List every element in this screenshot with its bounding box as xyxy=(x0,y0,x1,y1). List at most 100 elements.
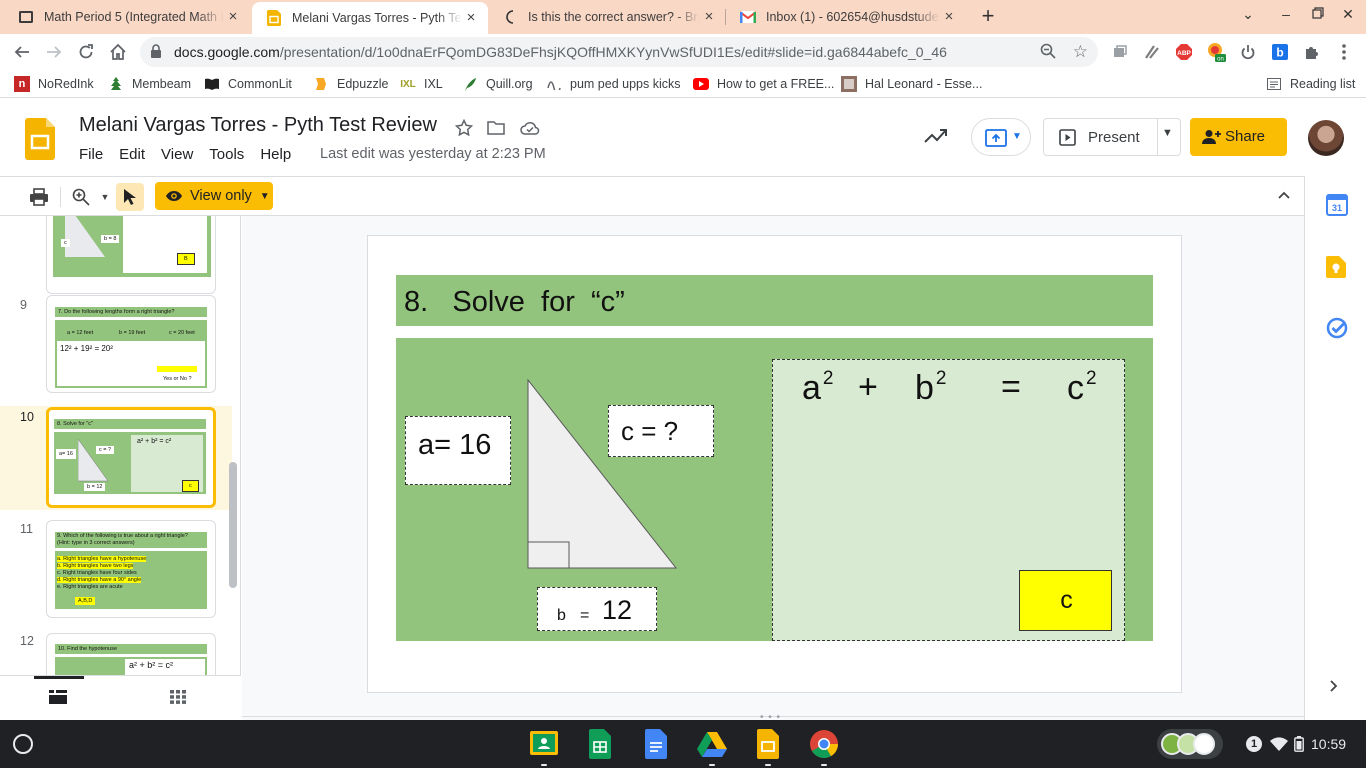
calendar-icon[interactable]: 31 xyxy=(1326,194,1348,216)
window-close-icon[interactable]: ✕ xyxy=(1337,6,1359,23)
close-icon[interactable]: × xyxy=(224,8,242,26)
bookmark-membean[interactable]: Membeam xyxy=(108,75,191,93)
slide-thumbnail-8[interactable]: c b = 8 B xyxy=(46,216,216,294)
tab-search-icon[interactable]: ⌄ xyxy=(1237,6,1259,23)
menu-tools[interactable]: Tools xyxy=(209,146,244,163)
edit-toolbar: ▼ View only ▼ xyxy=(0,176,1304,216)
menu-view[interactable]: View xyxy=(161,146,193,163)
holding-space-tray[interactable] xyxy=(1157,729,1223,759)
os-shelf: 1 10:59 xyxy=(0,720,1366,768)
reading-list[interactable]: Reading list xyxy=(1266,75,1355,93)
side-b-label-box: b = 12 xyxy=(537,587,657,631)
bookmark-noredink[interactable]: n NoRedInk xyxy=(14,75,94,93)
launcher-icon[interactable] xyxy=(13,734,33,754)
tab-slides[interactable]: Melani Vargas Torres - Pyth Test × xyxy=(252,2,488,34)
menu-bar: File Edit View Tools Help xyxy=(79,146,307,163)
slide-thumbnail-11[interactable]: 9. Which of the following is true about … xyxy=(46,520,216,618)
present-to-meeting-button[interactable]: ▼ xyxy=(971,118,1031,156)
menu-help[interactable]: Help xyxy=(260,146,291,163)
present-button[interactable]: Present ▼ xyxy=(1043,118,1181,156)
slides-app-icon[interactable] xyxy=(752,728,784,760)
slide-thumbnail-10[interactable]: 8. Solve for "c" a= 16 c = ? b = 12 a² +… xyxy=(46,407,216,508)
home-icon[interactable] xyxy=(106,40,130,64)
sheets-icon[interactable] xyxy=(584,728,616,760)
close-icon[interactable]: × xyxy=(940,8,958,26)
svg-text:31: 31 xyxy=(1332,203,1342,213)
extension-on-icon[interactable]: on xyxy=(1206,42,1226,62)
activity-trend-icon[interactable] xyxy=(923,126,949,151)
select-cursor-button[interactable] xyxy=(116,183,144,211)
adblock-icon[interactable]: ABP xyxy=(1174,42,1194,62)
close-icon[interactable]: × xyxy=(700,8,718,26)
url-domain: docs.google.com xyxy=(174,44,280,60)
filmstrip-footer xyxy=(0,675,241,720)
bookmark-commonlit[interactable]: CommonLit xyxy=(204,75,292,93)
zoom-in-icon[interactable] xyxy=(70,186,92,208)
extension-b-icon[interactable]: b xyxy=(1270,42,1290,62)
view-only-button[interactable]: View only ▼ xyxy=(155,182,273,210)
share-button[interactable]: Share xyxy=(1190,118,1287,156)
tab-classroom[interactable]: Math Period 5 (Integrated Math I × xyxy=(4,0,250,34)
classroom-app-icon[interactable] xyxy=(528,728,560,760)
power-icon[interactable] xyxy=(1238,42,1258,62)
bookmark-youtube[interactable]: How to get a FREE... xyxy=(693,75,834,93)
battery-icon xyxy=(1294,736,1304,752)
link-icon xyxy=(546,76,562,92)
folder-icon[interactable] xyxy=(485,117,507,139)
star-icon[interactable] xyxy=(453,117,475,139)
menu-file[interactable]: File xyxy=(79,146,103,163)
minimize-icon[interactable]: – xyxy=(1275,6,1297,22)
keep-icon[interactable] xyxy=(1326,256,1348,278)
slide-thumbnail-9[interactable]: 7. Do the following lengths form a right… xyxy=(46,295,216,393)
svg-text:ABP: ABP xyxy=(1177,50,1191,57)
url-path: /presentation/d/1o0dnaErFQomDG83DeFhsjKQ… xyxy=(279,44,947,60)
docs-icon[interactable] xyxy=(640,728,672,760)
bookmark-quill[interactable]: Quill.org xyxy=(462,75,533,93)
reading-list-icon xyxy=(1266,76,1282,92)
bookmark-ixl[interactable]: IXL IXL xyxy=(400,75,443,93)
new-tab-button[interactable]: + xyxy=(976,5,1000,29)
zoom-icon[interactable] xyxy=(1040,43,1056,64)
address-bar[interactable]: docs.google.com/presentation/d/1o0dnaErF… xyxy=(140,37,1098,67)
tasks-icon[interactable] xyxy=(1326,317,1348,339)
bookmark-star-icon[interactable]: ☆ xyxy=(1073,42,1088,62)
chevron-right-icon[interactable] xyxy=(1326,679,1348,701)
slide-filmstrip: c b = 8 B 9 7. Do the following lengths … xyxy=(0,216,241,720)
slides-logo-icon[interactable] xyxy=(25,118,55,165)
extension-kami-icon[interactable] xyxy=(1142,42,1162,62)
back-icon[interactable] xyxy=(10,40,34,64)
drive-icon[interactable] xyxy=(696,728,728,760)
collapse-menus-icon[interactable] xyxy=(1276,187,1294,205)
last-edit-link[interactable]: Last edit was yesterday at 2:23 PM xyxy=(320,146,546,162)
bookmark-edpuzzle[interactable]: Edpuzzle xyxy=(313,75,388,93)
filmstrip-list-view-icon[interactable] xyxy=(49,690,67,709)
notification-badge: 1 xyxy=(1246,736,1262,752)
filmstrip-scrollbar[interactable] xyxy=(229,462,237,588)
reload-icon[interactable] xyxy=(74,40,98,64)
extension-cast-icon[interactable] xyxy=(1110,42,1130,62)
print-icon[interactable] xyxy=(28,186,50,208)
close-icon[interactable]: × xyxy=(462,9,480,27)
clock[interactable]: 10:59 xyxy=(1311,736,1346,752)
gmail-icon xyxy=(740,9,756,25)
bookmark-hal-leonard[interactable]: Hal Leonard - Esse... xyxy=(841,75,982,93)
kebab-menu-icon[interactable] xyxy=(1334,42,1354,62)
tab-brainly[interactable]: Is this the correct answer? - Brainly × xyxy=(488,0,726,34)
menu-edit[interactable]: Edit xyxy=(119,146,145,163)
edpuzzle-icon xyxy=(313,76,329,92)
avatar[interactable] xyxy=(1308,120,1344,156)
maximize-icon[interactable] xyxy=(1307,6,1329,22)
present-options-chevron-icon[interactable]: ▼ xyxy=(1162,127,1173,139)
zoom-chevron-down-icon[interactable]: ▼ xyxy=(94,186,116,208)
tab-strip: Math Period 5 (Integrated Math I × Melan… xyxy=(0,0,1366,34)
bookmark-pum-ped[interactable]: pum ped upps kicks xyxy=(546,75,680,93)
cloud-status-icon[interactable] xyxy=(519,117,541,139)
document-title[interactable]: Melani Vargas Torres - Pyth Test Review xyxy=(79,114,437,137)
extensions-puzzle-icon[interactable] xyxy=(1302,42,1322,62)
chrome-icon[interactable] xyxy=(808,728,840,760)
grid-view-icon[interactable] xyxy=(170,690,186,709)
brainly-icon xyxy=(502,9,518,25)
forward-icon[interactable] xyxy=(42,40,66,64)
tab-gmail[interactable]: Inbox (1) - 602654@husdstudent × xyxy=(726,0,966,34)
noredink-icon: n xyxy=(14,76,30,92)
